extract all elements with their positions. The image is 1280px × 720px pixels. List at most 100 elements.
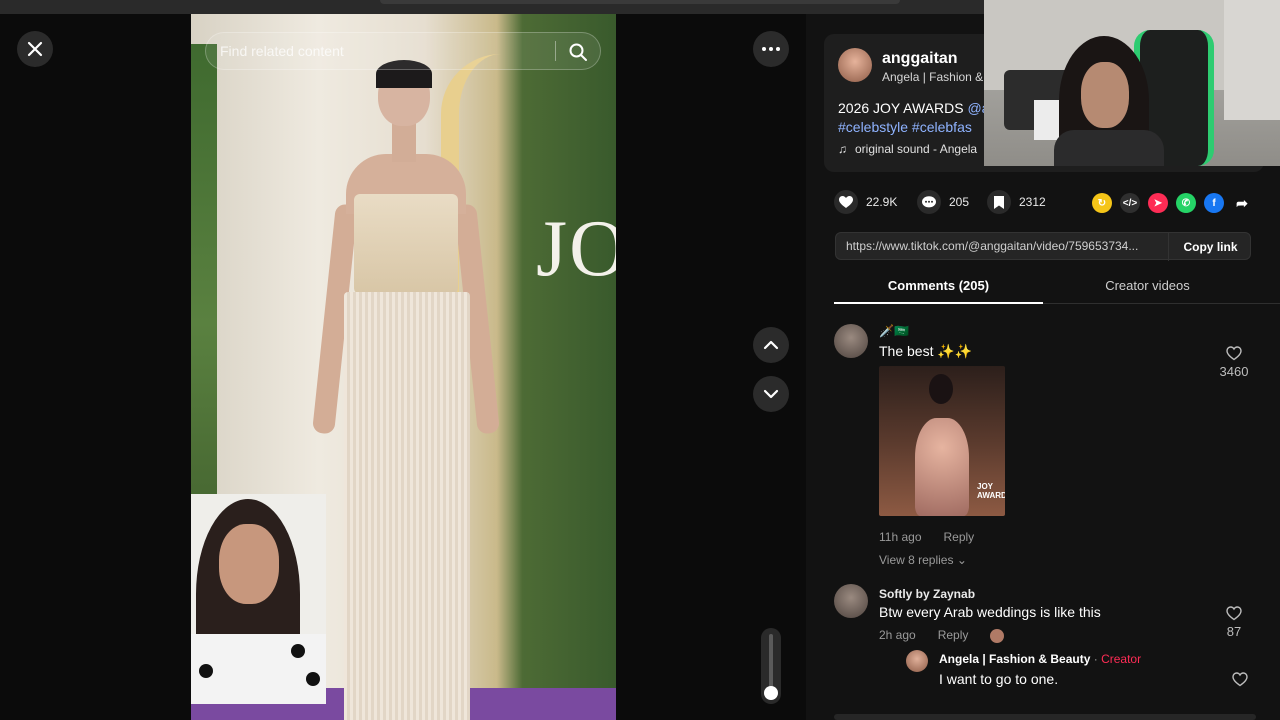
music-link[interactable]: ♫ original sound - Angela [838,142,977,156]
creator-liked-avatar [990,628,1005,643]
author-username[interactable]: anggaitan [882,50,958,68]
creator-face [219,524,279,604]
video-description: 2026 JOY AWARDS @a #celebstyle #celebfas [838,99,1008,137]
save-action[interactable]: 2312 [987,190,1046,214]
search-divider [555,41,556,61]
share-url[interactable]: https://www.tiktok.com/@anggaitan/video/… [846,239,1166,253]
music-title: original sound - Angela [855,142,978,156]
reply-username[interactable]: Angela | Fashion & Beauty · Creator [939,652,1141,666]
close-icon [27,41,43,57]
streamer-webcam-overlay [984,0,1280,166]
subject-neck [392,122,416,162]
embed-icon[interactable]: </> [1120,193,1140,213]
more-dot [776,47,780,51]
send-icon[interactable]: ➤ [1148,193,1168,213]
comment-input-bar[interactable] [834,714,1256,720]
author-avatar[interactable] [838,48,872,82]
facebook-icon[interactable]: f [1204,193,1224,213]
comment-bubble-icon [917,190,941,214]
repost-icon[interactable]: ↻ [1092,193,1112,213]
tab-creator-videos[interactable]: Creator videos [1043,278,1252,293]
close-button[interactable] [17,31,53,67]
action-bar: 22.9K 205 2312 ↻ </> ➤ ✆ f ➦ [834,190,1274,216]
like-count: 22.9K [866,195,898,209]
subject-bodice [354,194,458,294]
heart-outline-icon [1226,606,1242,621]
reply-button[interactable]: Reply [938,628,969,642]
chevron-down-icon [763,389,779,399]
like-action[interactable]: 22.9K [834,190,897,214]
comment-text: Btw every Arab weddings is like this [879,604,1101,620]
more-options-button[interactable] [753,31,789,67]
reply-item: Angela | Fashion & Beauty · Creator I wa… [906,650,1266,690]
active-tab-indicator [834,302,1043,304]
tab-comments-label: Comments (205) [887,278,990,293]
heart-icon [834,190,858,214]
tab-creator-videos-label: Creator videos [1105,278,1190,293]
comment-username[interactable]: Softly by Zaynab [879,587,975,601]
heart-outline-icon [1226,346,1242,361]
comment-item: Softly by Zaynab Btw every Arab weddings… [834,584,1264,704]
reply-username-text: Angela | Fashion & Beauty [939,652,1091,666]
video-player[interactable]: JO [191,14,616,720]
comment-meta: 2h ago Reply [879,628,1026,643]
image-sign: JOY AWARD [977,482,1005,500]
author-nickname: Angela | Fashion & [882,70,984,84]
next-video-button[interactable] [753,376,789,412]
comment-count: 205 [949,195,970,209]
polka-dot [199,664,213,678]
volume-track [769,634,773,690]
volume-knob[interactable] [764,686,778,700]
comment-time: 11h ago [879,530,922,544]
bookmark-icon [987,190,1011,214]
music-note-icon: ♫ [838,142,847,156]
reply-button[interactable]: Reply [944,530,975,544]
reply-text: I want to go to one. [939,671,1059,687]
comment-username[interactable]: 🗡️🇸🇦 [879,324,909,338]
chevron-up-icon [763,340,779,350]
search-input[interactable] [218,41,538,61]
video-subject [312,54,500,720]
more-dot [769,47,773,51]
reply-separator: · [1090,652,1102,666]
comment-action[interactable]: 205 [917,190,969,214]
top-strip-handle [380,0,900,4]
image-subject-dress [915,418,969,516]
more-dot [762,47,766,51]
reply-avatar[interactable] [906,650,928,672]
comment-item: 🗡️🇸🇦 The best ✨✨ JOY AWARD 11h ago Reply … [834,324,1264,584]
tab-comments[interactable]: Comments (205) [834,278,1043,293]
webcam-door [1224,0,1280,120]
copy-link-button[interactable]: Copy link [1168,233,1252,261]
image-subject-head [929,374,953,404]
creator-overlay [191,494,326,704]
share-arrow-icon[interactable]: ➦ [1232,193,1252,213]
panel-tabs: Comments (205) Creator videos [834,272,1280,304]
save-count: 2312 [1019,195,1046,209]
backdrop-letters: JO [536,205,616,293]
polka-dot [306,672,320,686]
comment-like[interactable]: 87 [1214,606,1254,639]
view-replies-button[interactable]: View 8 replies ⌄ [879,553,967,567]
previous-video-button[interactable] [753,327,789,363]
comment-time: 2h ago [879,628,916,642]
streamer-top [1054,130,1164,166]
comment-avatar[interactable] [834,584,868,618]
whatsapp-icon[interactable]: ✆ [1176,193,1196,213]
comment-like-count: 87 [1226,624,1242,639]
search-icon[interactable] [568,42,588,62]
subject-fringe-skirt [344,292,470,720]
comment-like[interactable]: 3460 [1214,346,1254,379]
comment-avatar[interactable] [834,324,868,358]
description-hashtags[interactable]: #celebstyle #celebfas [838,119,972,135]
related-search[interactable] [205,32,601,70]
comment-image[interactable]: JOY AWARD [879,366,1005,516]
comment-meta: 11h ago Reply [879,530,996,544]
heart-outline-icon[interactable] [1232,672,1248,687]
polka-dot [291,644,305,658]
comment-like-count: 3460 [1219,364,1249,379]
streamer-face [1081,62,1129,128]
share-link-row: https://www.tiktok.com/@anggaitan/video/… [835,232,1252,261]
volume-slider[interactable] [761,628,781,704]
creator-badge: Creator [1101,652,1142,666]
